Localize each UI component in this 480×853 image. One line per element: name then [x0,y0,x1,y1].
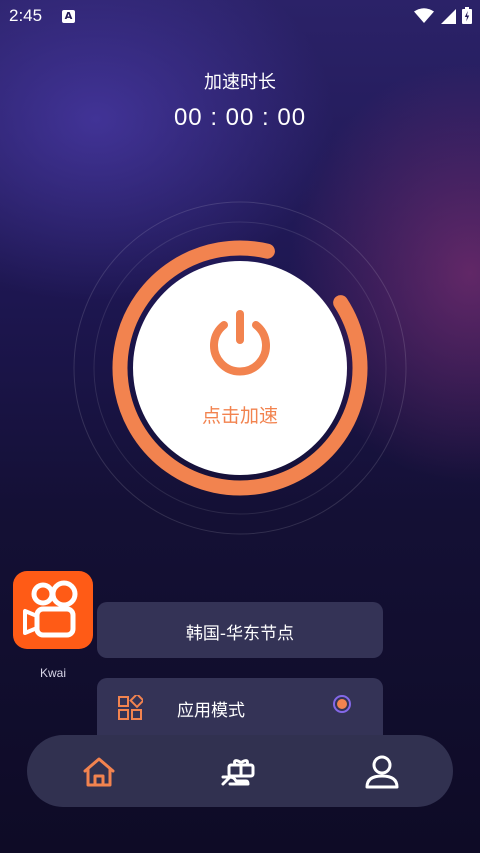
duration-label: 加速时长 [204,72,276,93]
status-icons [414,7,472,24]
status-time: 2:45 [9,6,43,25]
kwai-icon [23,580,78,638]
a-icon: A [62,10,75,23]
wifi-icon [414,7,434,23]
node-label: 韩国-华东节点 [185,624,295,644]
power-icon [210,310,270,376]
mode-label: 应用模式 [177,701,245,721]
battery-icon [462,7,472,24]
duration-value: 00 : 00 : 00 [173,104,307,131]
nav-profile[interactable] [360,750,404,794]
kwai-label: Kwai [39,666,66,680]
power-label: 点击加速 [201,405,278,427]
bottom-nav [27,735,453,807]
home-icon [83,757,115,787]
kwai-app-icon[interactable] [13,571,93,649]
apps-grid-icon [118,695,143,720]
nav-gift[interactable] [218,750,262,794]
power-button[interactable]: 点击加速 [133,261,347,475]
signal-icon [441,8,456,24]
status-bar: 2:45 A [0,0,480,34]
user-icon [365,755,399,789]
node-selector[interactable]: 韩国-华东节点 [97,602,383,658]
nav-home[interactable] [77,750,121,794]
gift-icon [221,759,255,786]
mode-radio[interactable] [333,695,351,713]
